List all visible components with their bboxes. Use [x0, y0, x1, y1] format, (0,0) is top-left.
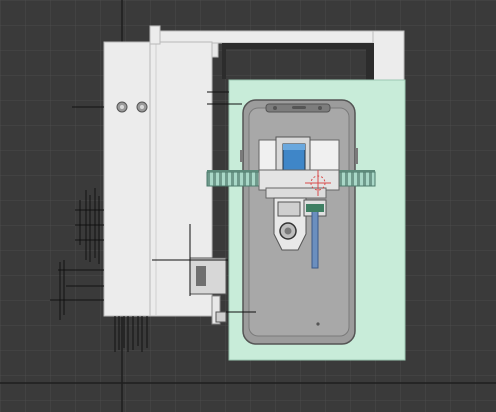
adjustment-knob-icon[interactable]: [279, 222, 297, 240]
cad-scene[interactable]: [0, 0, 496, 412]
camera-carriage[interactable]: [258, 136, 340, 199]
housing-screw-icon: [116, 101, 128, 113]
phone-home-indicator-icon: [316, 322, 320, 326]
housing-screw-icon: [136, 101, 148, 113]
cad-viewport[interactable]: [0, 0, 496, 412]
phone-front-camera-icon: [273, 106, 277, 110]
